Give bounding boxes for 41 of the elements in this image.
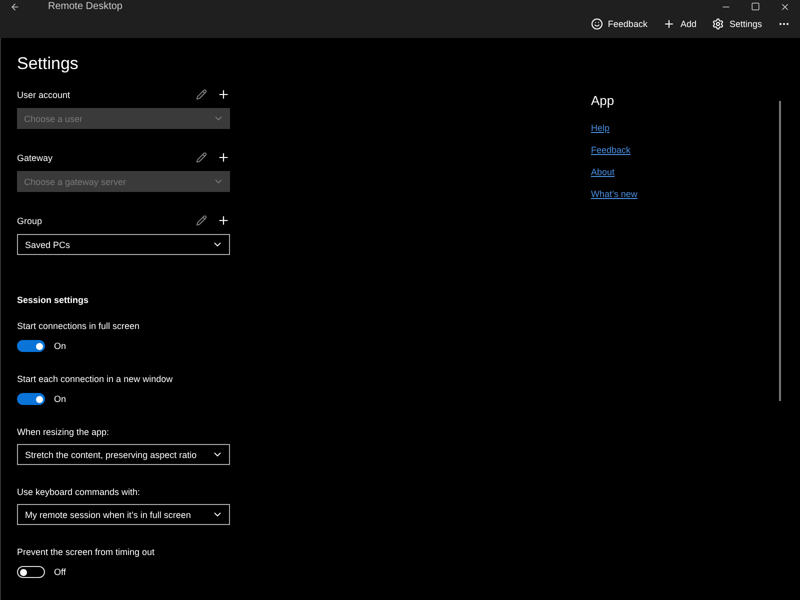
smiley-icon [590,18,603,30]
dropdown[interactable]: My remote session when it’s in full screen [17,504,230,525]
back-icon[interactable] [10,2,20,12]
plus-icon[interactable] [217,88,230,101]
edit-icon[interactable] [196,152,207,163]
link[interactable]: What’s new [591,189,638,199]
field-label: Gateway [17,152,53,162]
field-label: Group [17,216,42,226]
setting-label: When resizing the app: [17,427,110,437]
setting-label: Use keyboard commands with: [17,487,140,497]
dropdown[interactable]: Stretch the content, preserving aspect ratio [17,444,230,465]
toggle-switch[interactable] [17,566,45,578]
page-title: Settings [17,54,80,74]
toggle-state: Off [54,567,66,577]
feedback-button[interactable]: Feedback [590,18,648,30]
section-heading: App [591,93,616,108]
setting-label: Start connections in full screen [17,321,140,331]
link[interactable]: About [591,167,615,177]
scrollbar[interactable] [779,101,781,401]
toggle-switch[interactable] [17,393,45,405]
toggle-state: On [54,394,66,404]
plus-icon[interactable] [217,151,230,164]
toggle-state: On [54,341,66,351]
close-icon[interactable] [780,2,790,12]
section-heading: Session settings [17,295,90,305]
edit-icon[interactable] [196,215,207,226]
toggle-switch[interactable] [17,340,45,352]
settings-button[interactable]: Settings [712,18,762,30]
plus-icon [663,18,676,30]
edit-icon[interactable] [196,89,207,100]
plus-icon[interactable] [217,214,230,227]
setting-label: Prevent the screen from timing out [17,547,155,557]
window-title: Remote Desktop [48,0,122,12]
settings-icon [712,18,724,30]
setting-label: Start each connection in a new window [17,374,173,384]
dropdown[interactable]: Saved PCs [17,234,230,255]
maximize-icon[interactable] [751,2,760,10]
add-button[interactable]: Add [663,18,696,30]
link[interactable]: Feedback [591,145,631,155]
link[interactable]: Help [591,123,610,133]
field-label: User account [17,90,70,100]
